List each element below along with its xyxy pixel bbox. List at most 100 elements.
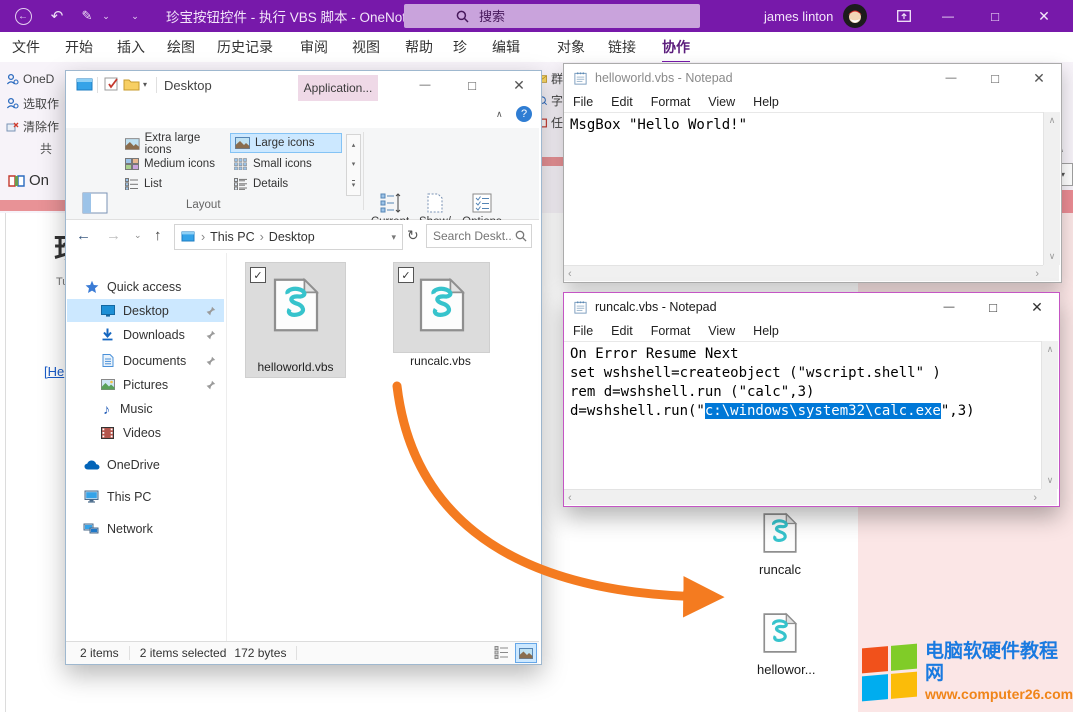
tab-link[interactable]: 链接 [608,32,636,61]
menu-file[interactable]: File [564,95,602,109]
tab-file[interactable]: 文件 [12,32,40,61]
notepad1-minimize-button[interactable]: — [929,64,973,92]
sidebar-item-pictures[interactable]: Pictures [67,373,224,396]
ribbon-button-select-author[interactable]: 选取作 [6,95,64,112]
address-dropdown-icon[interactable]: ▾ [391,232,396,243]
help-icon[interactable]: ? [516,106,532,122]
explorer-maximize-button[interactable]: □ [450,71,494,99]
scroll-right-icon[interactable]: › [1035,268,1039,280]
scroll-right-icon[interactable]: › [1033,492,1037,504]
onenote-search-box[interactable] [404,4,700,28]
scroll-left-icon[interactable]: ‹ [568,492,572,504]
file-checkbox[interactable]: ✓ [398,267,414,283]
context-tab-application-tools[interactable]: Application... [298,75,378,101]
nav-back-icon[interactable]: ← [76,227,91,244]
notepad2-maximize-button[interactable]: □ [971,293,1015,321]
notepad1-close-button[interactable]: ✕ [1017,64,1061,92]
layout-medium-icons[interactable]: Medium icons [121,154,228,174]
explorer-close-button[interactable]: ✕ [497,71,541,99]
scroll-up-icon[interactable]: ∧ [1049,115,1056,126]
notepad1-maximize-button[interactable]: □ [973,64,1017,92]
onenote-close-button[interactable]: ✕ [1024,0,1064,32]
gallery-more-icon[interactable]: ▾ [352,180,356,189]
pen-dropdown-icon[interactable]: ⌄ [100,3,112,29]
menu-help[interactable]: Help [744,324,788,338]
tab-object[interactable]: 对象 [557,32,585,61]
tab-insert[interactable]: 插入 [117,32,145,61]
tab-review[interactable]: 审阅 [300,32,328,61]
notepad2-minimize-button[interactable]: — [927,293,971,321]
menu-file[interactable]: File [564,324,602,338]
qat-properties-icon[interactable] [104,77,120,98]
explorer-search-box[interactable] [426,224,532,248]
notepad2-vscrollbar[interactable]: ∧ ∨ [1041,341,1058,489]
resize-grip[interactable] [1043,265,1059,281]
qat-customize-icon[interactable]: ▾ [143,80,147,89]
qat-newfolder-icon[interactable] [123,77,140,96]
sidebar-item-videos[interactable]: Videos [67,421,224,444]
page-link[interactable]: [He [44,364,64,379]
user-name[interactable]: james linton [764,9,833,24]
nav-up-icon[interactable]: ↑ [154,227,162,244]
ribbon-display-options-icon[interactable] [884,0,924,32]
layout-large-icons[interactable]: Large icons [230,133,342,153]
sidebar-item-network[interactable]: Network [67,517,224,540]
onenote-minimize-button[interactable]: — [928,0,968,32]
tab-home[interactable]: 开始 [65,32,93,61]
notebook-selector[interactable]: On [8,172,64,189]
logo-url[interactable]: www.computer26.com [925,685,1073,703]
layout-small-icons[interactable]: Small icons [230,154,342,174]
file-helloworld-selection[interactable]: ✓ helloworld.vbs [245,262,346,378]
onenote-search-input[interactable] [477,8,641,25]
resize-grip[interactable] [1041,489,1057,505]
scroll-down-icon[interactable]: ∨ [1047,475,1054,486]
tab-zhen[interactable]: 珍 [453,32,467,61]
layout-details[interactable]: Details [230,174,342,194]
notepad1-hscrollbar[interactable]: ‹ › [564,265,1043,281]
explorer-search-input[interactable] [431,228,515,244]
layout-list[interactable]: List [121,174,228,194]
scroll-left-icon[interactable]: ‹ [568,268,572,280]
menu-view[interactable]: View [699,95,744,109]
sidebar-item-desktop[interactable]: Desktop [67,299,224,322]
sidebar-item-onedrive[interactable]: OneDrive [67,453,224,476]
tab-view[interactable]: 视图 [352,32,380,61]
collapse-ribbon-icon[interactable]: ∧ [496,109,503,120]
sidebar-item-music[interactable]: ♪ Music [67,397,224,420]
breadcrumb-this-pc[interactable]: This PC [210,230,254,244]
menu-format[interactable]: Format [642,95,700,109]
desktop-icon-helloworld[interactable]: hellowor... [757,612,803,677]
onenote-maximize-button[interactable]: □ [975,0,1015,32]
sidebar-item-quick-access[interactable]: Quick access [67,275,224,298]
menu-edit[interactable]: Edit [602,324,642,338]
gallery-down-icon[interactable]: ▾ [352,160,356,168]
menu-edit[interactable]: Edit [602,95,642,109]
notepad1-vscrollbar[interactable]: ∧ ∨ [1043,112,1060,265]
layout-extra-large-icons[interactable]: Extra large icons [121,134,228,154]
menu-help[interactable]: Help [744,95,788,109]
tab-help[interactable]: 帮助 [405,32,433,61]
notepad2-text-area[interactable]: On Error Resume Next set wshshell=create… [564,341,1041,489]
thumbnail-view-toggle[interactable] [515,643,537,663]
back-icon[interactable]: ← [10,3,36,29]
sidebar-item-this-pc[interactable]: This PC [67,485,224,508]
qat-customize-icon[interactable]: ⌄ [122,3,148,29]
refresh-icon[interactable]: ↻ [407,227,419,244]
scroll-down-icon[interactable]: ∨ [1049,251,1056,262]
notepad1-text-area[interactable]: MsgBox "Hello World!" [564,112,1043,266]
file-name[interactable]: runcalc.vbs [393,354,488,368]
ribbon-button-onedrive[interactable]: OneD [6,72,64,86]
avatar[interactable] [843,4,867,33]
breadcrumb-desktop[interactable]: Desktop [269,230,315,244]
sidebar-item-documents[interactable]: Documents [67,349,224,372]
tab-collaborate[interactable]: 协作 [662,32,690,64]
ribbon-button-clear-author[interactable]: 清除作 [6,118,64,135]
scroll-up-icon[interactable]: ∧ [1047,344,1054,355]
menu-view[interactable]: View [699,324,744,338]
gallery-up-icon[interactable]: ▴ [352,141,356,149]
sidebar-item-downloads[interactable]: Downloads [67,323,224,346]
notepad2-hscrollbar[interactable]: ‹ › [564,489,1041,505]
undo-icon[interactable]: ↶ [44,3,70,29]
notepad2-close-button[interactable]: ✕ [1015,293,1059,321]
breadcrumb[interactable]: › This PC › Desktop ▾ [174,224,403,250]
